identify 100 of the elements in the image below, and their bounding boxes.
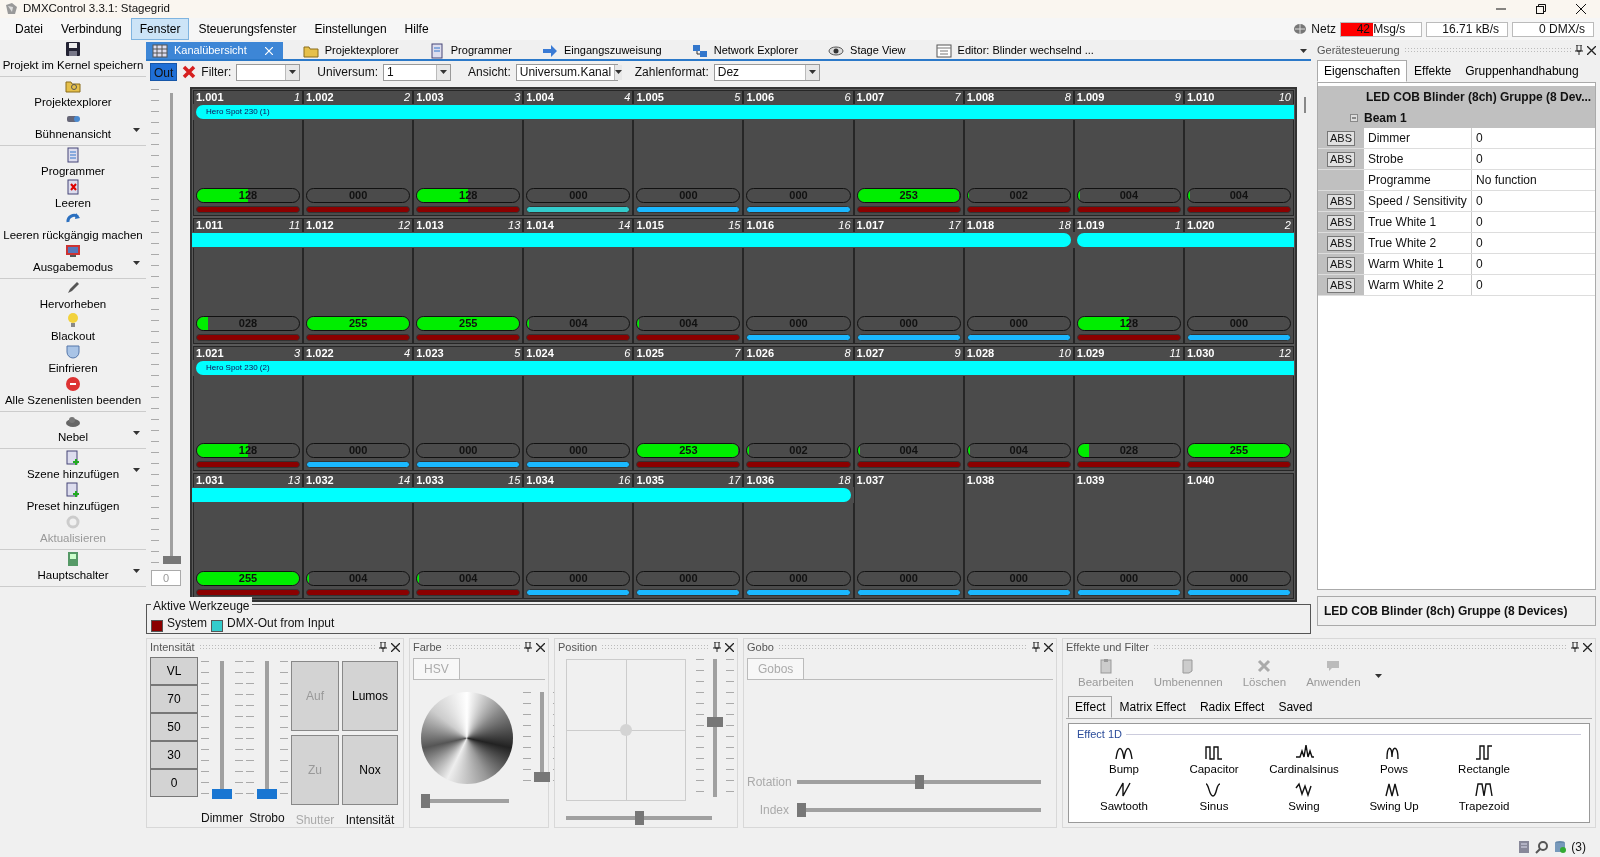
document-tab[interactable]: Kanalübersicht: [146, 42, 283, 59]
device-bar[interactable]: Hero Spot 230 (2): [196, 360, 1294, 375]
device-bar[interactable]: Hero Spot 230 (1): [196, 105, 1294, 119]
panel-tab[interactable]: Saved: [1271, 696, 1320, 719]
intensity-button[interactable]: Lumos: [342, 661, 398, 731]
menu-item[interactable]: Einstellungen: [305, 18, 396, 40]
slider-thumb[interactable]: [634, 811, 644, 825]
property-value[interactable]: 0: [1472, 191, 1595, 211]
effect-item[interactable]: Swing: [1259, 780, 1349, 816]
preset-button[interactable]: VL: [150, 657, 198, 685]
pin-icon[interactable]: [1032, 642, 1040, 652]
device-bar[interactable]: [1076, 232, 1294, 247]
channel-cell[interactable]: 255: [413, 247, 524, 344]
sidebar-item-label[interactable]: Ausgabemodus: [33, 259, 113, 277]
channel-cell[interactable]: 253: [633, 375, 744, 472]
slider-thumb[interactable]: [257, 789, 277, 799]
panel-tab[interactable]: Eigenschaften: [1317, 60, 1408, 82]
close-icon[interactable]: [391, 642, 400, 652]
close-icon[interactable]: [1583, 642, 1592, 652]
pin-icon[interactable]: [379, 642, 387, 652]
property-value[interactable]: 0: [1472, 149, 1595, 169]
panel-tab[interactable]: Effekte: [1407, 60, 1459, 82]
dropdown-field[interactable]: 1: [383, 63, 452, 81]
close-icon[interactable]: [725, 642, 734, 652]
sidebar-item-label[interactable]: Hauptschalter: [37, 567, 109, 585]
sidebar-item-label[interactable]: Bühnenansicht: [34, 126, 112, 144]
property-value[interactable]: No function: [1472, 170, 1595, 190]
sidebar-item-label[interactable]: Preset hinzufügen: [26, 498, 120, 516]
preset-button[interactable]: 0: [150, 769, 198, 797]
dropdown-field[interactable]: Dez: [713, 63, 820, 81]
abs-button[interactable]: ABS: [1327, 277, 1355, 293]
channel-cell[interactable]: 255: [1183, 375, 1294, 472]
abs-button[interactable]: ABS: [1327, 130, 1355, 146]
property-value[interactable]: 0: [1472, 254, 1595, 274]
close-icon[interactable]: [536, 642, 545, 652]
abs-button[interactable]: ABS: [1327, 256, 1355, 272]
sidebar-item-label[interactable]: Leeren: [55, 195, 91, 213]
abs-button[interactable]: ABS: [1327, 193, 1355, 209]
dropdown-field[interactable]: [236, 63, 301, 81]
panel-tab[interactable]: Gruppenhandhabung: [1458, 60, 1586, 82]
sidebar-item-label[interactable]: Projektexplorer: [34, 94, 112, 112]
property-value[interactable]: 0: [1472, 128, 1595, 148]
abs-button[interactable]: ABS: [1327, 214, 1355, 230]
document-tab[interactable]: Stage View: [822, 42, 916, 59]
device-bar[interactable]: [192, 488, 851, 503]
sidebar-item-label[interactable]: Projekt im Kernel speichern: [2, 57, 144, 75]
sidebar-item-label[interactable]: Hervorheben: [39, 296, 107, 314]
slider-thumb[interactable]: [534, 772, 550, 782]
document-tab[interactable]: Editor: Blinder wechselnd ...: [929, 42, 1104, 59]
effect-item[interactable]: Sinus: [1169, 780, 1259, 816]
channel-cell[interactable]: 255: [193, 503, 304, 599]
maximize-icon[interactable]: [1536, 4, 1546, 14]
menu-item[interactable]: Datei: [6, 18, 52, 40]
pin-icon[interactable]: [1575, 45, 1583, 55]
preset-button[interactable]: 50: [150, 713, 198, 741]
menu-item[interactable]: Hilfe: [395, 18, 438, 40]
pin-icon[interactable]: [713, 642, 721, 652]
effect-item[interactable]: Trapezoid: [1439, 780, 1529, 816]
sidebar-item-label[interactable]: Nebel: [57, 429, 89, 447]
close-icon[interactable]: [1587, 45, 1596, 55]
collapse-icon[interactable]: [1350, 114, 1358, 122]
menu-item[interactable]: Fenster: [130, 18, 190, 40]
pin-icon[interactable]: [1571, 642, 1579, 652]
slider-thumb[interactable]: [212, 789, 232, 799]
device-bar[interactable]: [192, 232, 1071, 247]
close-icon[interactable]: [1576, 4, 1586, 14]
sidebar-item-label[interactable]: Programmer: [41, 163, 105, 181]
position-handle[interactable]: [620, 724, 632, 736]
channel-cell[interactable]: 253: [853, 120, 964, 216]
abs-button[interactable]: ABS: [1327, 235, 1355, 251]
sidebar-item-label[interactable]: Einfrieren: [48, 360, 98, 378]
abs-button[interactable]: ABS: [1327, 151, 1355, 167]
preset-button[interactable]: 70: [150, 685, 198, 713]
document-tab[interactable]: Programmer: [422, 42, 522, 59]
slider-thumb[interactable]: [797, 803, 806, 817]
scrollbar-thumb[interactable]: [1304, 97, 1306, 113]
cross-icon[interactable]: [182, 65, 197, 79]
slider-thumb[interactable]: [707, 716, 723, 727]
sidebar-item-label[interactable]: Blackout: [50, 328, 96, 346]
property-value[interactable]: 0: [1472, 212, 1595, 232]
slider-thumb[interactable]: [914, 775, 924, 789]
preset-button[interactable]: 30: [150, 741, 198, 769]
output-toggle-button[interactable]: Out: [150, 63, 178, 81]
close-icon[interactable]: [1044, 642, 1053, 652]
sidebar-item-label[interactable]: Leeren rückgängig machen: [3, 227, 143, 245]
property-value[interactable]: 0: [1472, 275, 1595, 295]
menu-item[interactable]: Steuerungsfenster: [189, 18, 306, 40]
effect-item[interactable]: Pows: [1349, 742, 1439, 778]
sidebar-item-label[interactable]: Alle Szenenlisten beenden: [4, 392, 142, 410]
slider-thumb[interactable]: [421, 794, 430, 808]
effect-item[interactable]: Sawtooth: [1079, 780, 1169, 816]
property-value[interactable]: 0: [1472, 233, 1595, 253]
sidebar-item-label[interactable]: Szene hinzufügen: [26, 466, 120, 484]
effect-item[interactable]: Swing Up: [1349, 780, 1439, 816]
effect-item[interactable]: Cardinalsinus: [1259, 742, 1349, 778]
panel-tab[interactable]: Radix Effect: [1192, 696, 1272, 719]
slider-thumb[interactable]: [163, 556, 181, 564]
effect-item[interactable]: Capacitor: [1169, 742, 1259, 778]
document-tab[interactable]: Network Explorer: [685, 42, 809, 59]
channel-cell[interactable]: 255: [303, 247, 414, 344]
